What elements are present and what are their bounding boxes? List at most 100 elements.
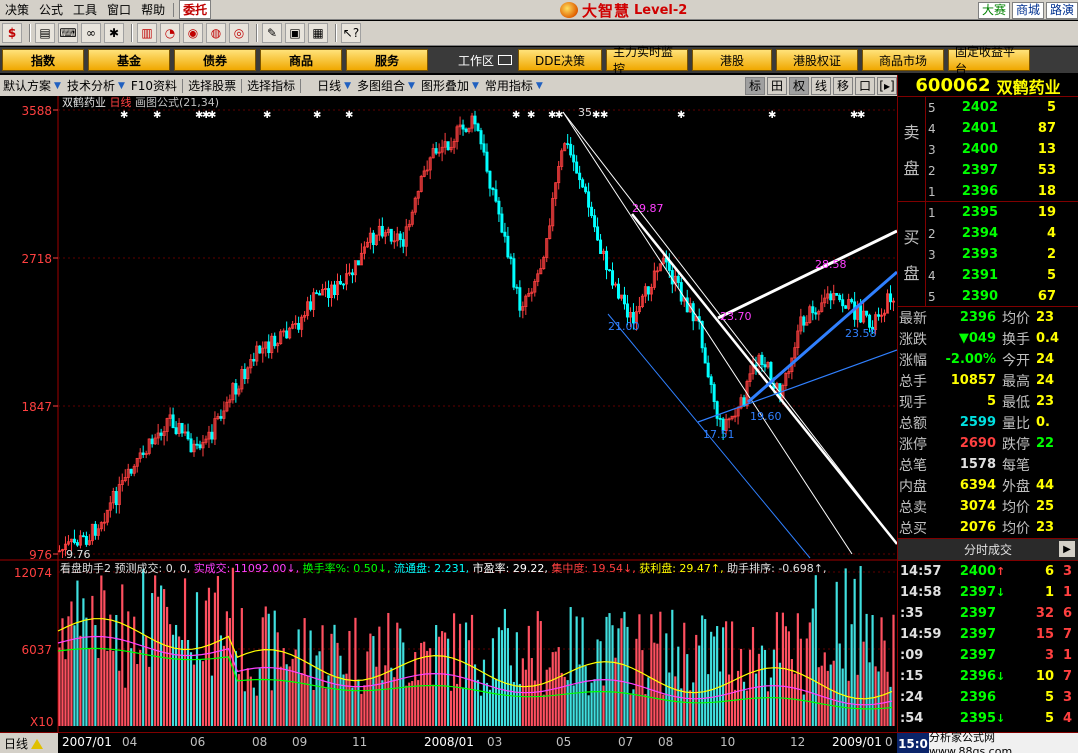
price-axis-label: 1847 bbox=[21, 400, 52, 414]
kline-chart-svg[interactable]: 3588 2718 1847 976 12074 6037 X10 双鹤药业 日线 画图公式(… bbox=[0, 96, 897, 732]
volume-bar bbox=[237, 674, 240, 726]
tick-row: :09 2397 3 1 bbox=[898, 645, 1078, 666]
analysis-icon[interactable]: ◎ bbox=[229, 23, 249, 43]
quote-value-2: 25 bbox=[1036, 499, 1055, 514]
tick-row: :24 2396 5 3 bbox=[898, 687, 1078, 708]
tick-arrow: ↑ bbox=[996, 565, 1006, 578]
tick-time: :15 bbox=[900, 669, 924, 684]
toggle-grid[interactable]: 田 bbox=[767, 76, 787, 95]
dollar-icon[interactable]: $ bbox=[2, 23, 22, 43]
select-stock-button[interactable]: 选择股票 bbox=[185, 77, 239, 94]
common-indicator-dropdown[interactable]: 常用指标 ▼ bbox=[482, 77, 546, 94]
sell-row[interactable]: 3 2400 13 bbox=[928, 139, 1078, 160]
buy-row[interactable]: 5 2390 67 bbox=[928, 286, 1078, 307]
tab-bond[interactable]: 债券 bbox=[174, 49, 256, 71]
volume-bar bbox=[742, 681, 746, 726]
tick-count: 6 bbox=[1062, 606, 1072, 621]
toggle-expand[interactable]: [▸] bbox=[877, 76, 897, 95]
play-icon[interactable]: ▶ bbox=[1059, 541, 1075, 557]
candle-body bbox=[838, 294, 842, 301]
f10-icon[interactable]: ◉ bbox=[183, 23, 203, 43]
scheme-dropdown[interactable]: 默认方案 ▼ bbox=[0, 77, 64, 94]
tech-analysis-dropdown[interactable]: 技术分析 ▼ bbox=[64, 77, 128, 94]
minute-chart-icon[interactable]: ◔ bbox=[160, 23, 180, 43]
candle-body bbox=[587, 191, 591, 208]
multi-chart-dropdown[interactable]: 多图组合 ▼ bbox=[354, 77, 418, 94]
binoculars-icon[interactable]: ∞ bbox=[81, 23, 101, 43]
select-indicator-button[interactable]: 选择指标 bbox=[244, 77, 298, 94]
menu-decision[interactable]: 决策 bbox=[0, 1, 34, 18]
tab-commodity[interactable]: 商品 bbox=[260, 49, 342, 71]
candle-body bbox=[596, 226, 600, 241]
volume-bar bbox=[345, 673, 348, 726]
keyboard-icon[interactable]: ⌨ bbox=[58, 23, 78, 43]
tick-volume: 5 bbox=[1044, 690, 1054, 705]
mail-icon[interactable] bbox=[498, 55, 513, 65]
dropdown-arrow-icon: ▼ bbox=[471, 80, 479, 91]
monitor-icon[interactable]: ▤ bbox=[35, 23, 55, 43]
menu-window[interactable]: 窗口 bbox=[102, 1, 136, 18]
candle-body bbox=[760, 354, 764, 366]
tab-index[interactable]: 指数 bbox=[2, 49, 84, 71]
buy-price: 2395 bbox=[961, 205, 998, 220]
pencil-icon[interactable]: ✎ bbox=[262, 23, 282, 43]
tick-arrow: ↓ bbox=[996, 586, 1006, 599]
menu-tools[interactable]: 工具 bbox=[68, 1, 102, 18]
workspace-label[interactable]: 工作区 bbox=[458, 52, 513, 69]
toggle-window[interactable]: 口 bbox=[855, 76, 875, 95]
buy-row[interactable]: 4 2391 5 bbox=[928, 265, 1078, 286]
kline-chart[interactable]: 3588 2718 1847 976 12074 6037 X10 双鹤药业 日线 画图公式(… bbox=[0, 96, 897, 732]
tab-fund[interactable]: 基金 bbox=[88, 49, 170, 71]
dropdown-arrow-icon: ▼ bbox=[535, 80, 543, 91]
toggle-mark[interactable]: 标 bbox=[745, 76, 765, 95]
tab-service[interactable]: 服务 bbox=[346, 49, 428, 71]
overlay-dropdown[interactable]: 图形叠加 ▼ bbox=[418, 77, 482, 94]
buy-row[interactable]: 1 2395 19 bbox=[928, 202, 1078, 223]
dropdown-arrow-icon: ▼ bbox=[117, 80, 125, 91]
hk-warrant-button[interactable]: 港股权证 bbox=[776, 49, 859, 71]
buy-row[interactable]: 3 2393 2 bbox=[928, 244, 1078, 265]
tick-count: 7 bbox=[1062, 627, 1072, 642]
candle-body bbox=[309, 301, 313, 310]
volume-bar bbox=[835, 581, 838, 726]
window-icon[interactable]: ▣ bbox=[285, 23, 305, 43]
fixed-income-button[interactable]: 固定收益平台 bbox=[948, 45, 1031, 76]
volume-bar bbox=[85, 617, 88, 726]
shangcheng-button[interactable]: 商城 bbox=[1011, 1, 1044, 19]
price-axis-label: 976 bbox=[29, 548, 52, 562]
wheel-icon[interactable]: ✱ bbox=[104, 23, 124, 43]
menu-formula[interactable]: 公式 bbox=[34, 1, 68, 18]
sell-row[interactable]: 1 2396 18 bbox=[928, 181, 1078, 202]
period-selector[interactable]: 日线 bbox=[0, 733, 58, 753]
news-icon[interactable]: ◍ bbox=[206, 23, 226, 43]
help-cursor-icon[interactable]: ↖? bbox=[341, 23, 361, 43]
chart-k-icon[interactable]: ▥ bbox=[137, 23, 157, 43]
candle-body bbox=[464, 128, 468, 132]
sell-row[interactable]: 2 2397 53 bbox=[928, 160, 1078, 181]
sell-row[interactable]: 5 2402 5 bbox=[928, 97, 1078, 118]
volume-bar bbox=[656, 643, 659, 726]
hk-stock-button[interactable]: 港股 bbox=[692, 49, 773, 71]
luyan-button[interactable]: 路演 bbox=[1045, 1, 1078, 19]
toggle-rights[interactable]: 权 bbox=[789, 76, 809, 95]
menu-help[interactable]: 帮助 bbox=[136, 1, 170, 18]
main-force-monitor-button[interactable]: 主力实时监控 bbox=[606, 45, 689, 76]
dasai-button[interactable]: 大赛 bbox=[977, 1, 1010, 19]
period-dropdown[interactable]: 日线 ▼ bbox=[303, 77, 354, 94]
tick-trades-header[interactable]: 分时成交 ▶ bbox=[898, 539, 1078, 561]
books-icon[interactable]: ▦ bbox=[308, 23, 328, 43]
toggle-move[interactable]: 移 bbox=[833, 76, 853, 95]
time-axis-label: 05 bbox=[556, 735, 572, 749]
volume-bar bbox=[659, 611, 662, 726]
trade-button[interactable]: 委托 bbox=[179, 0, 212, 19]
candle-body bbox=[509, 256, 513, 260]
commodity-market-button[interactable]: 商品市场 bbox=[862, 49, 945, 71]
toggle-line[interactable]: 线 bbox=[811, 76, 831, 95]
f10-button[interactable]: F10资料 bbox=[128, 77, 180, 94]
volume-bar bbox=[805, 638, 808, 726]
dde-button[interactable]: DDE决策 bbox=[518, 49, 603, 71]
buy-row[interactable]: 2 2394 4 bbox=[928, 223, 1078, 244]
volume-bar bbox=[210, 675, 214, 726]
sell-row[interactable]: 4 2401 87 bbox=[928, 118, 1078, 139]
volume-bar bbox=[432, 684, 435, 726]
